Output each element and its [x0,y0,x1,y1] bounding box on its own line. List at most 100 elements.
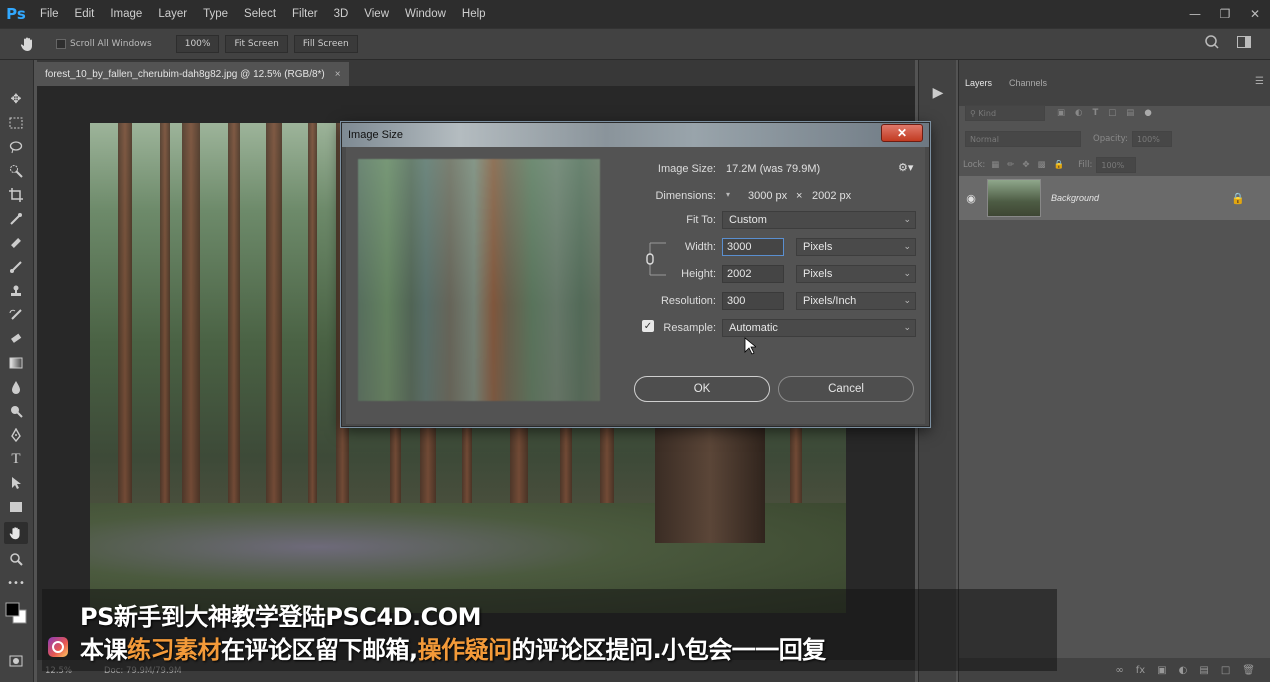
add-mask-icon[interactable]: ▣ [1157,665,1166,676]
delete-layer-icon[interactable]: 🗑 [1242,665,1255,676]
brush-tool-icon[interactable] [4,256,28,278]
filter-toggle-icon[interactable]: ● [1144,108,1151,118]
pen-tool-icon[interactable] [4,424,28,446]
lock-brush-icon[interactable]: ✏ [1007,160,1014,170]
crop-tool-icon[interactable] [4,184,28,206]
fit-to-value: Custom [729,214,767,226]
width-unit-select[interactable]: Pixels ⌄ [796,238,916,256]
cancel-button[interactable]: Cancel [778,376,914,402]
scroll-all-windows-checkbox[interactable]: Scroll All Windows [56,39,152,49]
restore-icon[interactable]: ❐ [1210,4,1240,24]
menu-filter[interactable]: Filter [284,8,326,20]
dimensions-dropdown-icon[interactable]: ▾ [726,190,730,199]
lock-transparent-icon[interactable]: ▦ [991,160,999,170]
resample-value: Automatic [729,322,778,334]
hand-tool-preset-icon[interactable] [14,32,42,56]
eraser-tool-icon[interactable] [4,328,28,350]
resolution-unit-select[interactable]: Pixels/Inch ⌄ [796,292,916,310]
fill-screen-button[interactable]: Fill Screen [293,35,358,53]
ok-button[interactable]: OK [634,376,770,402]
fill-input[interactable]: 100% [1096,157,1137,173]
menu-type[interactable]: Type [195,8,236,20]
type-tool-icon[interactable]: T [4,448,28,470]
subtitle-part: 的评论区提问.小包会一一回复 [511,636,827,664]
lasso-tool-icon[interactable] [4,136,28,158]
menu-edit[interactable]: Edit [67,8,103,20]
options-right [1204,34,1252,53]
clone-stamp-tool-icon[interactable] [4,280,28,302]
tab-layers[interactable]: Layers [965,78,992,88]
layer-filter-row: ⚲ Kind ▣ ◐ T □ ▤ ● [959,100,1270,126]
quick-selection-tool-icon[interactable] [4,160,28,182]
blur-tool-icon[interactable] [4,376,28,398]
layer-row-background[interactable]: ◉ Background 🔒 [959,176,1270,220]
lock-all-icon[interactable]: 🔒 [1054,160,1065,170]
zoom-100-button[interactable]: 100% [175,35,220,53]
lock-icon: 🔒 [1231,191,1245,205]
resolution-input[interactable]: 300 [722,292,784,310]
tab-channels[interactable]: Channels [1009,78,1047,88]
layer-style-icon[interactable]: fx [1136,665,1145,676]
rectangle-tool-icon[interactable] [4,496,28,518]
dialog-close-button[interactable]: ✕ [881,124,923,142]
menu-image[interactable]: Image [102,8,150,20]
image-preview[interactable] [358,159,600,401]
filter-smart-object-icon[interactable]: ▤ [1126,108,1134,118]
lock-row: Lock: ▦ ✏ ✥ ▩ 🔒 Fill: 100% [959,152,1270,178]
fit-to-select[interactable]: Custom ⌄ [722,211,916,229]
history-brush-tool-icon[interactable] [4,304,28,326]
search-icon[interactable] [1204,34,1220,53]
menu-file[interactable]: File [32,8,67,20]
filter-shape-icon[interactable]: □ [1108,108,1116,118]
link-layers-icon[interactable]: ∞ [1115,665,1123,676]
close-window-icon[interactable]: ✕ [1240,4,1270,24]
width-input[interactable]: 3000 [722,238,784,256]
workspace-icon[interactable] [1236,34,1252,53]
dialog-titlebar[interactable]: Image Size ✕ [342,123,929,147]
kind-filter[interactable]: ⚲ Kind [965,105,1045,121]
path-selection-tool-icon[interactable] [4,472,28,494]
lock-artboard-icon[interactable]: ▩ [1038,160,1046,170]
subtitle-line-1: PS新手到大神教学登陆PSC4D.COM [80,603,482,631]
color-swatches-icon[interactable] [2,598,30,626]
fit-screen-button[interactable]: Fit Screen [225,35,288,53]
menu-3d[interactable]: 3D [326,8,357,20]
panel-menu-icon[interactable]: ☰ [1255,76,1264,87]
document-tab[interactable]: forest_10_by_fallen_cherubim-dah8g82.jpg… [37,62,349,86]
menu-help[interactable]: Help [454,8,494,20]
opacity-input[interactable]: 100% [1131,131,1172,147]
filter-type-icon[interactable]: T [1092,108,1098,118]
hand-tool-icon[interactable] [4,522,28,544]
gradient-tool-icon[interactable] [4,352,28,374]
close-tab-icon[interactable]: × [335,69,341,80]
filter-adjustment-icon[interactable]: ◐ [1075,108,1082,118]
blend-mode-select[interactable]: Normal [965,131,1081,147]
adjustment-layer-icon[interactable]: ◐ [1179,665,1188,676]
healing-brush-tool-icon[interactable] [4,232,28,254]
height-unit-select[interactable]: Pixels ⌄ [796,265,916,283]
zoom-tool-icon[interactable] [4,548,28,570]
lock-move-icon[interactable]: ✥ [1022,160,1029,170]
new-group-icon[interactable]: ▤ [1199,665,1208,676]
menu-view[interactable]: View [356,8,397,20]
eyedropper-tool-icon[interactable] [4,208,28,230]
move-tool-icon[interactable]: ✥ [4,88,28,110]
dialog-body: Image Size: 17.2M (was 79.9M) ⚙▾ Dimensi… [346,147,925,424]
menu-window[interactable]: Window [397,8,454,20]
height-input[interactable]: 2002 [722,265,784,283]
quick-mask-icon[interactable] [4,650,28,672]
dodge-tool-icon[interactable] [4,400,28,422]
eye-icon[interactable]: ◉ [959,192,983,205]
menu-select[interactable]: Select [236,8,284,20]
dialog-title: Image Size [348,129,404,141]
more-tools-icon[interactable]: ••• [4,572,28,594]
minimize-icon[interactable]: — [1180,4,1210,24]
play-actions-icon[interactable]: ▶ [927,82,949,104]
dimensions-height: 2002 px [812,190,852,202]
filter-pixel-icon[interactable]: ▣ [1057,108,1065,118]
settings-gear-icon[interactable]: ⚙▾ [898,161,913,174]
new-layer-icon[interactable]: □ [1221,665,1230,676]
resample-select[interactable]: Automatic ⌄ [722,319,916,337]
menu-layer[interactable]: Layer [150,8,195,20]
marquee-tool-icon[interactable] [4,112,28,134]
